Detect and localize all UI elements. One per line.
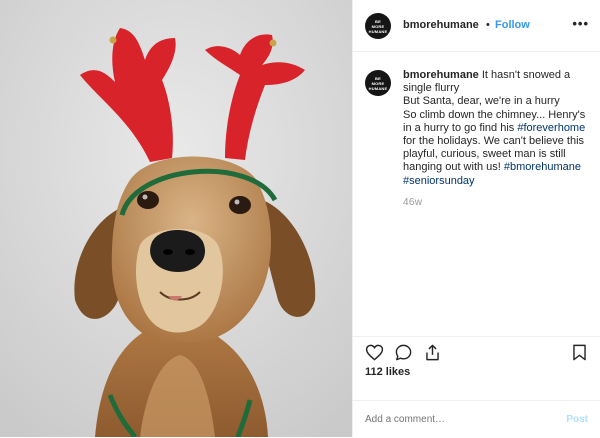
username-link[interactable]: bmorehumane (403, 19, 479, 31)
avatar-logo: BE MORE HUMANE (368, 18, 388, 34)
share-icon[interactable] (423, 343, 442, 362)
caption-text: bmorehumane It hasn't snowed a single fl… (403, 69, 593, 188)
action-bar (353, 336, 600, 365)
caption-line-2: But Santa, dear, we're in a hurry (403, 95, 560, 108)
more-options-icon[interactable]: ••• (572, 16, 589, 31)
post-photo[interactable] (0, 0, 352, 437)
avatar-logo: BE MORE HUMANE (368, 75, 388, 91)
heart-icon[interactable] (365, 343, 384, 362)
bookmark-icon[interactable] (570, 343, 589, 362)
post-comment-button[interactable]: Post (566, 414, 588, 425)
comment-bar: Post (353, 400, 600, 438)
post-sidebar: BE MORE HUMANE bmorehumane • Follow ••• BE… (352, 0, 600, 437)
post-timestamp[interactable]: 46w (403, 197, 422, 208)
caption-avatar[interactable]: BE MORE HUMANE (365, 70, 391, 96)
follow-button[interactable]: Follow (495, 19, 530, 31)
like-count[interactable]: 112 likes (365, 366, 410, 378)
caption-username-link[interactable]: bmorehumane (403, 69, 479, 81)
post-header: BE MORE HUMANE bmorehumane • Follow ••• (353, 0, 600, 52)
hashtag-bmorehumane[interactable]: #bmorehumane (504, 161, 581, 173)
instagram-post: BE MORE HUMANE bmorehumane • Follow ••• BE… (0, 0, 600, 437)
comment-input[interactable] (365, 414, 545, 425)
avatar[interactable]: BE MORE HUMANE (365, 13, 391, 39)
comment-icon[interactable] (394, 343, 413, 362)
hashtag-seniorsunday[interactable]: #seniorsunday (403, 175, 475, 187)
hashtag-foreverhome[interactable]: #foreverhome (517, 122, 585, 134)
dog-with-reindeer-antlers-image (0, 0, 352, 437)
separator-dot: • (486, 19, 490, 31)
